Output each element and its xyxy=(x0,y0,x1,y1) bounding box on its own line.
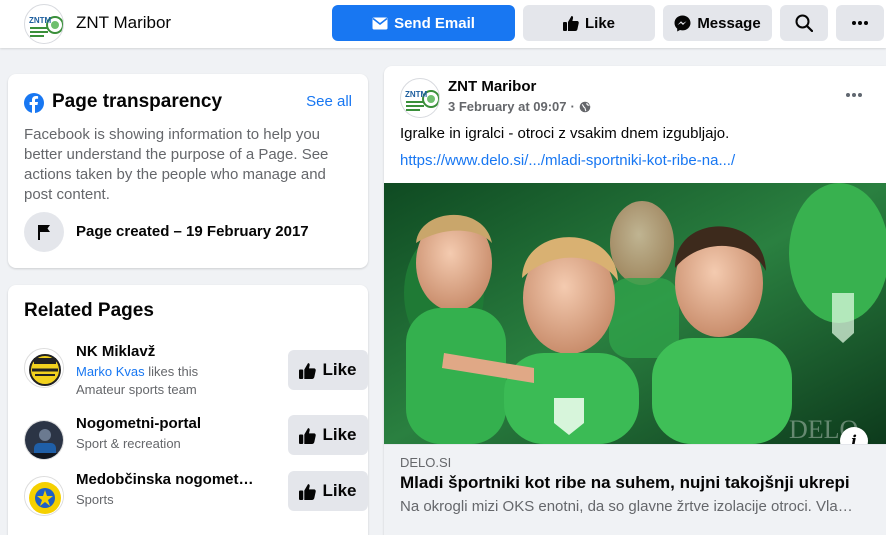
related-pages-card: Related Pages NK Miklavž Marko Kvas like… xyxy=(8,285,368,535)
post-image[interactable]: DELO xyxy=(384,183,886,444)
thumbs-up-icon xyxy=(299,427,317,444)
messenger-icon xyxy=(674,15,691,31)
thumbs-up-icon xyxy=(299,362,317,379)
ellipsis-icon xyxy=(852,21,868,25)
related-pages-title: Related Pages xyxy=(24,300,154,321)
like-label: Like xyxy=(322,481,357,500)
search-button[interactable] xyxy=(780,5,828,41)
likes-this-text: likes this xyxy=(144,364,199,379)
post-author-name[interactable]: ZNT Maribor xyxy=(448,78,536,95)
related-page-name[interactable]: Medobčinska nogomet… xyxy=(76,471,256,488)
send-email-label: Send Email xyxy=(394,14,475,32)
globe-icon xyxy=(579,101,591,112)
post-timestamp: 3 February at 09:07 · xyxy=(448,99,591,114)
related-page-item[interactable]: NK Miklavž Marko Kvas likes this Amateur… xyxy=(24,343,368,397)
envelope-icon xyxy=(372,17,388,29)
page-created-date: Page created – 19 February 2017 xyxy=(76,223,309,240)
related-page-category: Sports xyxy=(76,492,114,507)
nk-miklavz-avatar[interactable] xyxy=(24,348,64,388)
transparency-description: Facebook is showing information to help … xyxy=(24,126,329,203)
post-options-button[interactable] xyxy=(846,84,862,102)
link-preview-domain: DELO.SI xyxy=(400,455,452,470)
like-related-page-button[interactable]: Like xyxy=(288,471,368,511)
send-email-button[interactable]: Send Email xyxy=(332,5,515,41)
search-icon xyxy=(795,14,813,32)
related-page-item[interactable]: Medobčinska nogomet… Sports Like xyxy=(24,471,368,521)
page-transparency-card: Page transparency See all Facebook is sh… xyxy=(8,74,368,268)
separator-dot: · xyxy=(570,99,575,114)
more-options-button[interactable] xyxy=(836,5,884,41)
ellipsis-icon xyxy=(846,93,862,97)
page-header: ZNTM ZNT Maribor Send Email Like Message xyxy=(0,0,886,48)
like-related-page-button[interactable]: Like xyxy=(288,415,368,455)
flag-icon xyxy=(24,212,64,252)
related-page-category: Amateur sports team xyxy=(76,382,197,397)
logo-text: ZNTM xyxy=(405,90,428,99)
related-page-name[interactable]: Nogometni-portal xyxy=(76,415,256,432)
transparency-title: Page transparency xyxy=(52,91,223,112)
like-related-page-button[interactable]: Like xyxy=(288,350,368,390)
like-label: Like xyxy=(584,14,615,32)
post-text: Igralke in igralci - otroci z vsakim dne… xyxy=(400,125,730,142)
page-logo[interactable]: ZNTM xyxy=(24,4,64,44)
like-label: Like xyxy=(322,425,357,444)
facebook-icon xyxy=(24,93,44,113)
page-name[interactable]: ZNT Maribor xyxy=(76,13,171,33)
logo-text: ZNTM xyxy=(29,16,52,25)
related-page-subtitle: Marko Kvas likes this Amateur sports tea… xyxy=(76,363,266,399)
like-page-button[interactable]: Like xyxy=(523,5,655,41)
related-page-category: Sport & recreation xyxy=(76,436,181,451)
post-author-avatar[interactable]: ZNTM xyxy=(400,78,440,118)
medobcinska-avatar[interactable] xyxy=(24,476,64,516)
post-time-text[interactable]: 3 February at 09:07 xyxy=(448,99,567,114)
link-preview[interactable]: DELO.SI Mladi športniki kot ribe na suhe… xyxy=(384,444,886,535)
see-all-link[interactable]: See all xyxy=(306,93,352,110)
post-card: ZNTM ZNT Maribor 3 February at 09:07 · I… xyxy=(384,66,886,535)
nogometni-portal-avatar[interactable] xyxy=(24,420,64,460)
message-button[interactable]: Message xyxy=(663,5,772,41)
friend-link[interactable]: Marko Kvas xyxy=(76,364,145,379)
post-link[interactable]: https://www.delo.si/.../mladi-sportniki-… xyxy=(400,152,735,169)
related-page-name[interactable]: NK Miklavž xyxy=(76,343,256,360)
related-page-item[interactable]: Nogometni-portal Sport & recreation Like xyxy=(24,415,368,465)
thumbs-up-icon xyxy=(562,16,579,31)
thumbs-up-icon xyxy=(299,483,317,500)
link-preview-title[interactable]: Mladi športniki kot ribe na suhem, nujni… xyxy=(400,473,850,493)
like-label: Like xyxy=(322,360,357,379)
link-preview-description: Na okrogli mizi OKS enotni, da so glavne… xyxy=(400,498,853,515)
message-label: Message xyxy=(697,14,761,32)
